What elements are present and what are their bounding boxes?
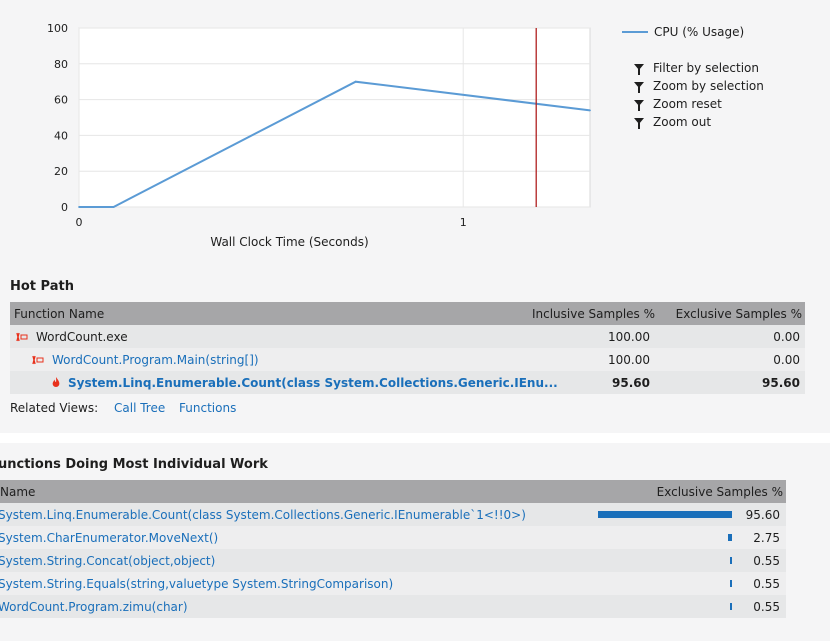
chart-legend: CPU (% Usage) (622, 23, 744, 41)
function-name-link[interactable]: System.String.Concat(object,object) (0, 554, 215, 568)
function-name-link[interactable]: WordCount.Program.zimu(char) (0, 600, 188, 614)
x-tick-label: 0 (76, 216, 83, 229)
table-row[interactable]: System.CharEnumerator.MoveNext() 2.75 (0, 526, 786, 549)
table-row[interactable]: System.String.Concat(object,object) 0.55 (0, 549, 786, 572)
zoom-out-icon (634, 118, 644, 129)
table-row[interactable]: WordCount.exe 100.00 0.00 (10, 325, 805, 348)
zoom-out-label: Zoom out (653, 115, 712, 129)
filter-by-selection-button[interactable]: Filter by selection (634, 59, 764, 77)
sample-bar (730, 603, 732, 610)
zoom-filter-icon (634, 82, 644, 93)
inclusive-value: 95.60 (612, 375, 650, 390)
sample-bar (728, 534, 732, 541)
legend-label: CPU (% Usage) (654, 25, 745, 39)
table-row[interactable]: WordCount.Program.Main(string[]) 100.00 … (10, 348, 805, 371)
sample-bar (730, 580, 732, 587)
individual-work-title: unctions Doing Most Individual Work (0, 457, 268, 472)
function-name-link[interactable]: WordCount.Program.Main(string[]) (52, 353, 259, 367)
inclusive-value: 100.00 (608, 352, 650, 367)
x-axis-title: Wall Clock Time (Seconds) (210, 235, 368, 249)
table-row[interactable]: System.Linq.Enumerable.Count(class Syste… (0, 503, 786, 526)
table-row[interactable]: System.Linq.Enumerable.Count(class Syste… (10, 371, 805, 394)
table-row[interactable]: WordCount.Program.zimu(char) 0.55 (0, 595, 786, 618)
related-views: Related Views: Call Tree Functions (10, 401, 246, 415)
y-tick-label: 100 (47, 22, 68, 35)
exclusive-value: 0.00 (773, 352, 800, 367)
zoom-by-selection-button[interactable]: Zoom by selection (634, 77, 764, 95)
function-name: WordCount.exe (36, 329, 128, 344)
inclusive-value: 100.00 (608, 329, 650, 344)
hot-path-icon (32, 355, 44, 365)
function-name-link[interactable]: System.CharEnumerator.MoveNext() (0, 531, 218, 545)
zoom-out-button[interactable]: Zoom out (634, 113, 764, 131)
column-inclusive-samples[interactable]: Inclusive Samples % (532, 307, 655, 321)
cpu-data-point (589, 109, 591, 112)
top-panel: 0 20 40 60 80 100 0 1 Wall Clock Time (Seconds) … (0, 0, 830, 433)
column-exclusive-samples[interactable]: Exclusive Samples % (657, 485, 783, 499)
sample-bar (598, 511, 732, 518)
exclusive-value: 95.60 (762, 375, 800, 390)
cpu-data-point (112, 206, 115, 208)
exclusive-value: 0.55 (753, 576, 780, 591)
y-tick-label: 40 (54, 129, 68, 142)
hot-path-title: Hot Path (10, 279, 74, 294)
sample-bar (730, 557, 732, 564)
table-row[interactable]: System.String.Equals(string,valuetype Sy… (0, 572, 786, 595)
bottom-panel: unctions Doing Most Individual Work Name… (0, 443, 830, 641)
cpu-data-point (354, 80, 357, 83)
related-views-label: Related Views: (10, 401, 99, 415)
cpu-data-point (78, 206, 80, 208)
individual-work-header: Name Exclusive Samples % (0, 480, 786, 503)
column-exclusive-samples[interactable]: Exclusive Samples % (676, 307, 802, 321)
legend-swatch (622, 31, 648, 33)
zoom-reset-button[interactable]: Zoom reset (634, 95, 764, 113)
zoom-by-selection-label: Zoom by selection (653, 79, 764, 93)
y-tick-label: 20 (54, 165, 68, 178)
individual-work-table: Name Exclusive Samples % System.Linq.Enu… (0, 480, 786, 618)
function-name-link[interactable]: System.Linq.Enumerable.Count(class Syste… (0, 508, 526, 522)
column-name[interactable]: Name (0, 485, 35, 499)
legend-item-cpu[interactable]: CPU (% Usage) (622, 23, 744, 41)
y-tick-label: 60 (54, 94, 68, 107)
exclusive-value: 0.55 (753, 599, 780, 614)
functions-link[interactable]: Functions (179, 401, 236, 415)
hot-path-header: Function Name Inclusive Samples % Exclus… (10, 302, 805, 325)
y-tick-label: 0 (61, 201, 68, 214)
call-tree-link[interactable]: Call Tree (114, 401, 165, 415)
function-name-link[interactable]: System.Linq.Enumerable.Count(class Syste… (68, 376, 558, 390)
filter-by-selection-label: Filter by selection (653, 61, 760, 75)
plot-area (78, 27, 591, 208)
function-name-link[interactable]: System.String.Equals(string,valuetype Sy… (0, 577, 393, 591)
zoom-reset-label: Zoom reset (653, 97, 722, 111)
column-function-name[interactable]: Function Name (14, 307, 104, 321)
exclusive-value: 95.60 (745, 507, 780, 522)
exclusive-value: 0.55 (753, 553, 780, 568)
exclusive-value: 2.75 (753, 530, 780, 545)
chart-zoom-menu: Filter by selection Zoom by selection Zo… (634, 59, 764, 131)
flame-icon (52, 377, 60, 387)
hot-path-table: Function Name Inclusive Samples % Exclus… (10, 302, 805, 394)
zoom-reset-icon (634, 100, 644, 111)
hot-path-icon (16, 332, 28, 342)
x-tick-label: 1 (460, 216, 467, 229)
filter-icon (634, 64, 644, 75)
y-tick-label: 80 (54, 58, 68, 71)
exclusive-value: 0.00 (773, 329, 800, 344)
